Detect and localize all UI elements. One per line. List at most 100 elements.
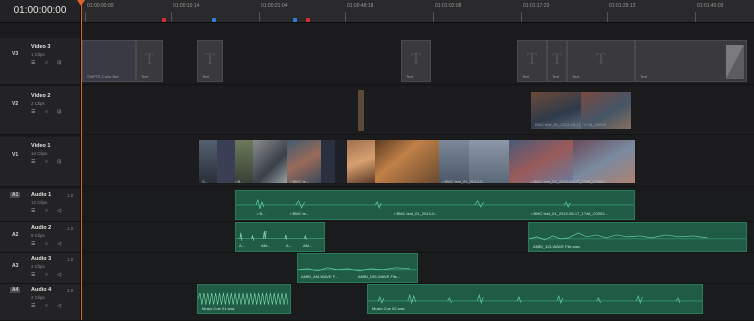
video-clip[interactable] bbox=[357, 89, 365, 132]
track-header-video-1[interactable]: V1 Video 1 14 Clips ☰ ○ ⊡ bbox=[0, 137, 81, 187]
text-icon: T bbox=[205, 51, 215, 68]
title-clip[interactable]: T Text bbox=[547, 40, 567, 82]
track-controls-icon[interactable]: ☰ ○ ◁ bbox=[31, 208, 65, 214]
text-icon: T bbox=[552, 51, 562, 68]
clip-label: Text bbox=[141, 74, 149, 79]
generator-clip[interactable]: SMPTE Color Bar bbox=[82, 40, 136, 82]
audio-clip[interactable]: Music Cue 02.wav bbox=[367, 284, 703, 314]
playhead-handle[interactable] bbox=[77, 0, 85, 6]
track-name: Audio 1 bbox=[31, 192, 52, 198]
clip-label: A... bbox=[239, 243, 246, 248]
ruler-label: 01:01:40:03 bbox=[697, 3, 724, 9]
clip-label: Text bbox=[572, 74, 580, 79]
lane-audio-4[interactable]: Music Cue 01.wav Music Cue 02.wav bbox=[81, 284, 754, 321]
clip-label: AMBI_AM-WAVE F... bbox=[301, 274, 339, 279]
text-icon: T bbox=[527, 51, 537, 68]
track-clip-count: 14 Clips bbox=[31, 151, 48, 156]
clip-label: S... bbox=[202, 179, 209, 184]
clip-label: • BMC test_01_2013-05-17_1748_C0003... bbox=[531, 179, 608, 184]
waveform bbox=[368, 293, 702, 305]
lane-video-3[interactable]: SMPTE Color Bar T Text T Text T Text T T… bbox=[81, 38, 754, 85]
clip-label: • B... bbox=[257, 211, 266, 216]
track-controls-icon[interactable]: ☰ ○ ◁ bbox=[31, 272, 65, 278]
track-id: A1 bbox=[10, 192, 21, 198]
track-header-audio-3[interactable]: A3 Audio 3 1.0 2 Clips ☰ ○ ◁ bbox=[0, 253, 81, 284]
clip-label: • BMC te... bbox=[290, 179, 310, 184]
title-clip[interactable]: T Text bbox=[136, 40, 163, 82]
title-clip[interactable]: T Text bbox=[567, 40, 635, 82]
track-controls-icon[interactable]: ☰ ○ ◁ bbox=[31, 241, 65, 247]
track-channels: 1.0 bbox=[67, 226, 74, 231]
transition-icon bbox=[726, 45, 744, 79]
timeline-marker-red[interactable] bbox=[162, 18, 166, 22]
clip-label: A... bbox=[286, 243, 293, 248]
lane-video-2[interactable]: BMC test_81_2013-05-17_1748_C0003 bbox=[81, 87, 754, 135]
title-clip[interactable]: T Text bbox=[517, 40, 547, 82]
audio-clip[interactable]: AMBI_113-WAVE File.wav bbox=[528, 222, 747, 252]
timeline-marker-blue[interactable] bbox=[293, 18, 297, 22]
track-header-audio-1[interactable]: A1 Audio 1 1.0 12 Clips ☰ ○ ◁ bbox=[0, 189, 81, 222]
text-icon: T bbox=[596, 51, 606, 68]
lane-audio-1[interactable]: • B... • BMC te... • BMC test_01_2013-0.… bbox=[81, 189, 754, 222]
track-header-video-2[interactable]: V2 Video 2 2 Clips ☰ ○ ⊡ bbox=[0, 87, 81, 135]
ruler-label: 01:00:00:00 bbox=[87, 3, 114, 9]
track-controls-icon[interactable]: ☰ ○ ◁ bbox=[31, 303, 65, 309]
text-icon: T bbox=[144, 51, 155, 68]
track-controls-icon[interactable]: ☰ ○ ⊡ bbox=[31, 60, 65, 66]
track-header-video-3[interactable]: V3 Video 3 1 Clips ☰ ○ ⊡ bbox=[0, 38, 81, 85]
track-name: Video 1 bbox=[31, 143, 51, 149]
title-clip[interactable]: Text bbox=[635, 40, 747, 82]
clip-label: Text bbox=[202, 74, 210, 79]
track-header-audio-2[interactable]: A2 Audio 2 1.0 9 Clips ☰ ○ ◁ bbox=[0, 222, 81, 253]
track-channels: 1.0 bbox=[67, 257, 74, 262]
track-controls-icon[interactable]: ☰ ○ ⊡ bbox=[31, 159, 65, 165]
clip-label: • BMC test_01_2013-05-17_1748_C0003... bbox=[531, 211, 608, 216]
clip-label: Text bbox=[522, 74, 530, 79]
track-clip-count: 2 Clips bbox=[31, 264, 45, 269]
clip-label: AM... bbox=[261, 243, 271, 248]
title-clip[interactable]: T Text bbox=[197, 40, 223, 82]
track-controls-icon[interactable]: ☰ ○ ⊡ bbox=[31, 109, 65, 115]
track-id: A4 bbox=[10, 287, 21, 293]
clip-label: Text bbox=[640, 74, 648, 79]
track-header-audio-4[interactable]: A4 Audio 4 2.0 2 Clips ☰ ○ ◁ bbox=[0, 284, 81, 321]
clip-label: AMBI_113-WAVE File.wav bbox=[533, 244, 580, 249]
playhead[interactable] bbox=[81, 0, 82, 320]
audio-clip[interactable]: Music Cue 01.wav bbox=[197, 284, 291, 314]
track-name: Video 2 bbox=[31, 93, 51, 99]
lane-video-1[interactable]: S... • B... • BMC te... • BMC test_01_20… bbox=[81, 137, 754, 187]
track-clip-count: 2 Clips bbox=[31, 295, 45, 300]
ruler-label: 01:00:48:18 bbox=[347, 3, 374, 9]
track-id: V1 bbox=[12, 152, 19, 158]
clip-label: • BMC test_01_2013-0... bbox=[394, 211, 438, 216]
ruler-label: 01:00:10:14 bbox=[173, 3, 200, 9]
clip-label: Music Cue 02.wav bbox=[372, 306, 405, 311]
clip-label: • BMC test_01_2013-0... bbox=[442, 179, 486, 184]
track-name: Audio 2 bbox=[31, 225, 52, 231]
ruler-label: 01:01:29:13 bbox=[609, 3, 636, 9]
clip-label: AM... bbox=[303, 243, 313, 248]
track-channels: 1.0 bbox=[67, 193, 74, 198]
video-clip-strip[interactable] bbox=[198, 139, 636, 184]
timeline-marker-blue[interactable] bbox=[212, 18, 216, 22]
track-name: Video 3 bbox=[31, 44, 51, 50]
lane-audio-2[interactable]: A... AM... A... AM... AMBI_113-WAVE File… bbox=[81, 222, 754, 253]
track-clip-count: 1 Clips bbox=[31, 52, 45, 57]
clip-label: Music Cue 01.wav bbox=[202, 306, 235, 311]
track-id: V2 bbox=[12, 101, 19, 107]
track-channels: 2.0 bbox=[67, 288, 74, 293]
lane-audio-3[interactable]: AMBI_AM-WAVE F... AMBI_DIS-WAVE File... bbox=[81, 253, 754, 284]
clip-label: SMPTE Color Bar bbox=[87, 74, 119, 79]
timeline-ruler[interactable]: 01:00:00:00 01:00:10:14 01:00:21:04 01:0… bbox=[81, 0, 754, 23]
clip-label: Text bbox=[406, 74, 414, 79]
text-icon: T bbox=[411, 51, 421, 68]
timecode-display[interactable]: 01:00:00:00 bbox=[0, 0, 81, 23]
video-clip[interactable]: BMC test_81_2013-05-17_1748_C0003 bbox=[530, 91, 632, 130]
track-clip-count: 12 Clips bbox=[31, 200, 48, 205]
timeline-marker-red[interactable] bbox=[306, 18, 310, 22]
clip-label: BMC test_81_2013-05-17_1748_C0003 bbox=[535, 122, 606, 127]
ruler-label: 01:00:21:04 bbox=[261, 3, 288, 9]
track-id: V3 bbox=[12, 51, 19, 57]
ruler-label: 01:01:17:23 bbox=[523, 3, 550, 9]
title-clip[interactable]: T Text bbox=[401, 40, 431, 82]
